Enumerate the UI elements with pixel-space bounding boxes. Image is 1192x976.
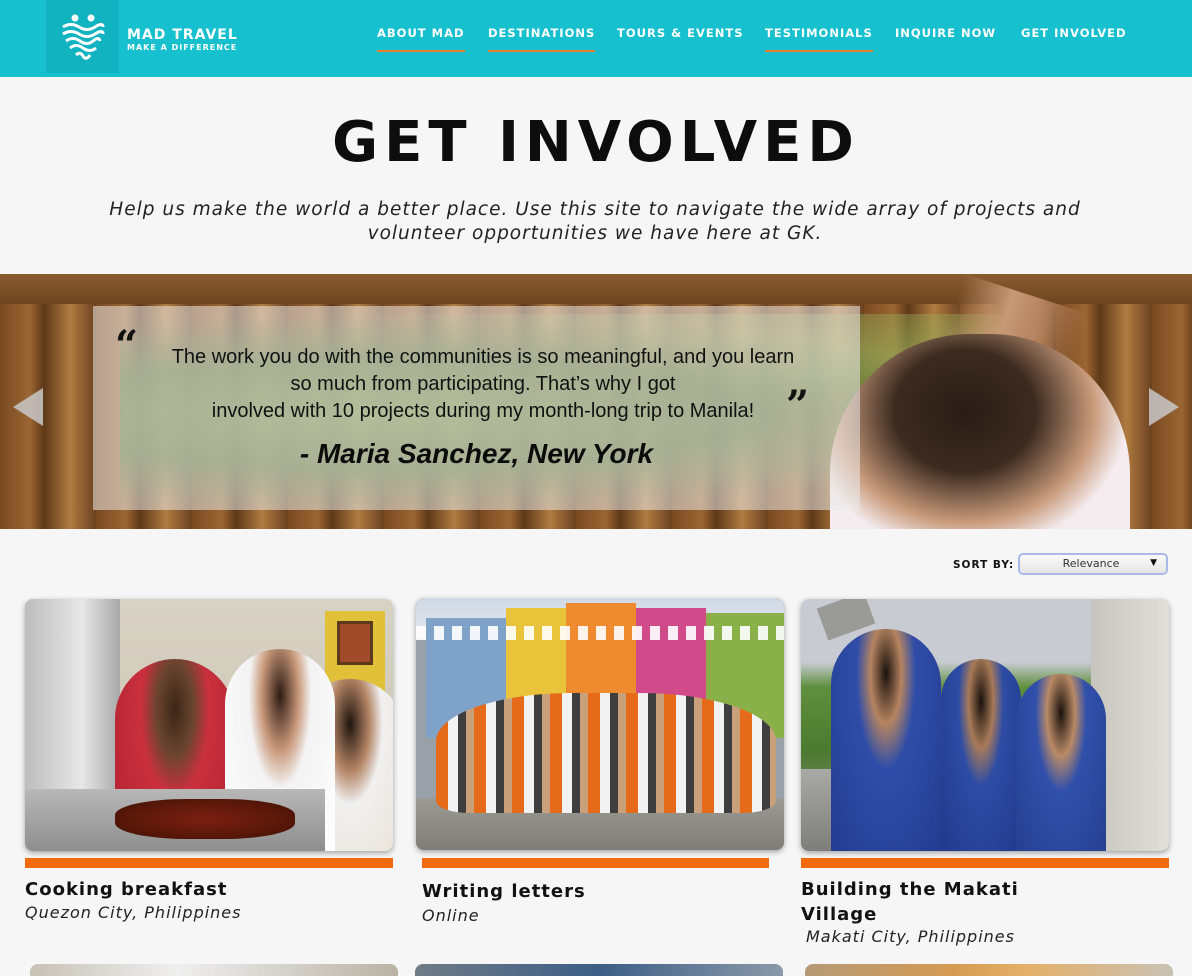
project-title[interactable]: Writing letters (422, 879, 652, 904)
main-nav: ABOUT MAD DESTINATIONS TOURS & EVENTS TE… (0, 26, 1192, 56)
project-photo[interactable] (25, 599, 393, 851)
testimonial-carousel: “ The work you do with the communities i… (0, 274, 1192, 529)
nav-about-mad[interactable]: ABOUT MAD (377, 26, 465, 52)
sort-dropdown[interactable]: Relevance ▼ (1018, 553, 1168, 575)
project-title[interactable]: Cooking breakfast (25, 877, 255, 902)
nav-inquire-now[interactable]: INQUIRE NOW (895, 26, 996, 52)
project-photo-partial[interactable] (805, 964, 1173, 976)
testimonial-line: involved with 10 projects during my mont… (211, 400, 755, 422)
testimonial-text: The work you do with the communities is … (133, 344, 833, 425)
project-accent-bar (25, 858, 393, 868)
nav-destinations[interactable]: DESTINATIONS (488, 26, 596, 52)
nav-tours-events[interactable]: TOURS & EVENTS (617, 26, 744, 52)
testimonial-author: - Maria Sanchez, New York (299, 438, 654, 469)
project-accent-bar (801, 858, 1169, 868)
project-photo[interactable] (416, 598, 784, 850)
project-photo[interactable] (801, 599, 1169, 851)
project-accent-bar (422, 858, 769, 868)
testimonial-line: The work you do with the communities is … (171, 346, 795, 368)
sort-label: SORT BY: (953, 559, 1015, 571)
close-quote-icon: ” (786, 382, 810, 429)
page-subtitle: Help us make the world a better place. U… (109, 199, 1081, 244)
testimonial-quote-box: “ The work you do with the communities i… (93, 306, 860, 510)
page-title: GET INVOLVED (332, 110, 860, 175)
nav-get-involved[interactable]: GET INVOLVED (1021, 26, 1127, 52)
project-photo-partial[interactable] (415, 964, 783, 976)
chevron-down-icon: ▼ (1150, 558, 1157, 568)
project-title[interactable]: Building the Makati Village (801, 877, 1031, 927)
project-location: Online (422, 906, 480, 925)
project-location: Makati City, Philippines (806, 927, 1015, 946)
triangle-left-icon[interactable] (13, 388, 43, 426)
sort-selected-value: Relevance (1062, 557, 1120, 570)
project-location: Quezon City, Philippines (25, 903, 242, 922)
project-photo-partial[interactable] (30, 964, 398, 976)
testimonial-line: so much from participating. That’s why I… (290, 373, 676, 395)
nav-testimonials[interactable]: TESTIMONIALS (765, 26, 873, 52)
triangle-right-icon[interactable] (1149, 388, 1179, 426)
site-header: MAD TRAVEL MAKE A DIFFERENCE ABOUT MAD D… (0, 0, 1192, 77)
